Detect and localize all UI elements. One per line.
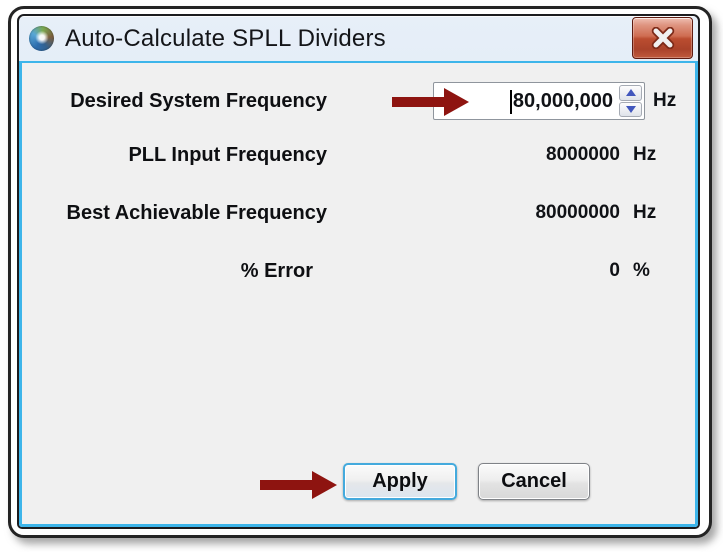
page-canvas: Auto-Calculate SPLL Dividers Desired Sys… xyxy=(0,0,723,552)
unit-percent-sign: % xyxy=(633,260,650,281)
spinner-up-icon xyxy=(625,89,636,97)
spinner-down-button[interactable] xyxy=(619,101,642,117)
value-best-achievable-frequency: 80000000 xyxy=(535,202,620,223)
red-arrow-to-input-icon xyxy=(392,88,469,116)
frequency-spinner xyxy=(619,85,642,117)
value-pll-input-frequency: 8000000 xyxy=(546,144,620,165)
unit-pll-input-hz: Hz xyxy=(633,144,657,165)
app-logo-icon xyxy=(29,26,54,51)
apply-button[interactable]: Apply xyxy=(343,463,457,500)
unit-best-achievable-hz: Hz xyxy=(633,202,657,223)
dialog-titlebar[interactable]: Auto-Calculate SPLL Dividers xyxy=(19,16,698,61)
dialog-title: Auto-Calculate SPLL Dividers xyxy=(65,24,386,52)
label-pll-input-frequency: PLL Input Frequency xyxy=(128,144,327,166)
close-x-icon xyxy=(651,27,674,49)
cancel-button[interactable]: Cancel xyxy=(478,463,590,500)
close-button[interactable] xyxy=(632,17,693,59)
label-desired-system-frequency: Desired System Frequency xyxy=(70,90,327,112)
value-percent-error: 0 xyxy=(609,260,620,281)
dialog-window: Auto-Calculate SPLL Dividers Desired Sys… xyxy=(17,14,700,529)
spinner-down-icon xyxy=(625,105,636,113)
dialog-body: Desired System Frequency PLL Input Frequ… xyxy=(19,61,698,527)
label-best-achievable-frequency: Best Achievable Frequency xyxy=(66,202,327,224)
red-arrow-to-apply-icon xyxy=(260,471,337,499)
text-caret xyxy=(510,90,512,114)
spinner-up-button[interactable] xyxy=(619,85,642,101)
unit-desired-frequency-hz: Hz xyxy=(653,90,677,111)
label-percent-error: % Error xyxy=(240,260,313,282)
screenshot-frame: Auto-Calculate SPLL Dividers Desired Sys… xyxy=(8,6,712,538)
